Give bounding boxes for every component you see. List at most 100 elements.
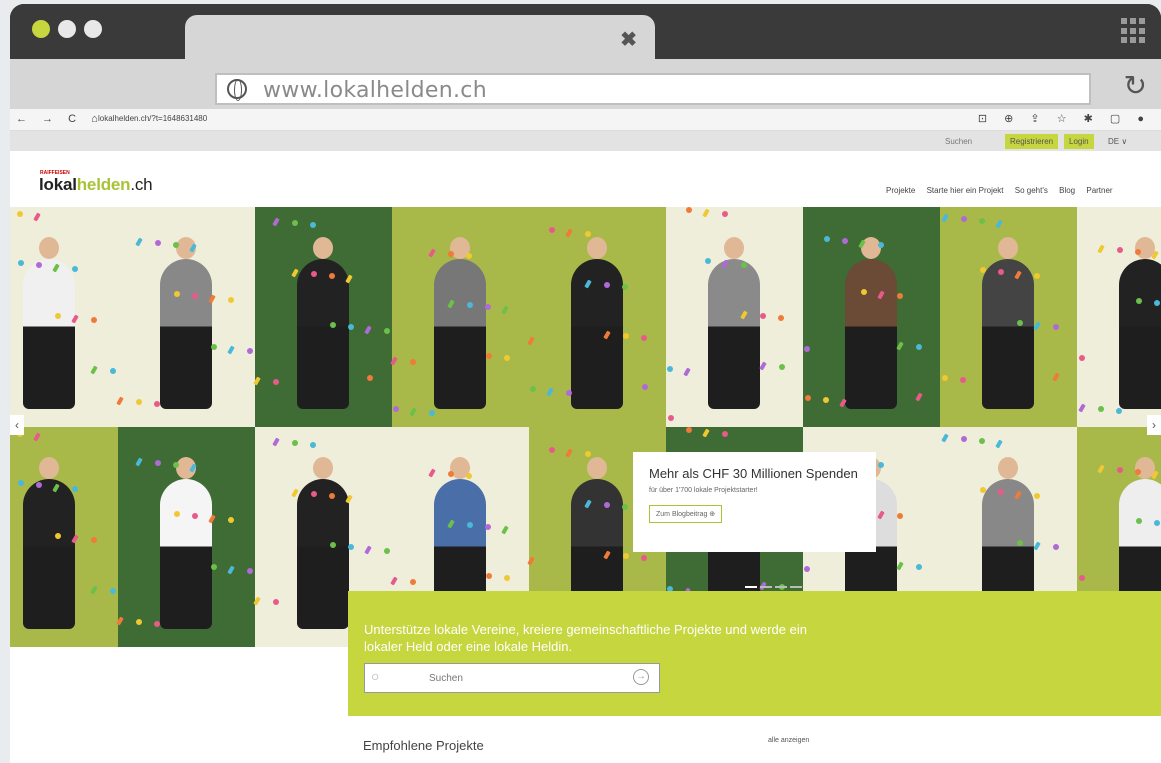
confetti	[1136, 518, 1142, 524]
confetti	[91, 537, 97, 543]
top-search-link[interactable]: Suchen	[945, 137, 972, 146]
browser-nav-icons[interactable]: ← → C ⌂	[16, 113, 104, 125]
confetti	[878, 462, 884, 468]
hero-photo-tile	[1077, 207, 1161, 427]
nav-item-blog[interactable]: Blog	[1059, 186, 1075, 195]
browser-tab[interactable]: ✖	[185, 15, 655, 61]
person-figure	[1119, 259, 1161, 409]
confetti	[36, 482, 42, 488]
carousel-dot[interactable]	[745, 586, 757, 588]
browser-action-icons[interactable]: ⊡ ⊕ ⇪ ☆ ✱ ▢ ●	[978, 112, 1151, 125]
confetti	[979, 438, 985, 444]
confetti	[273, 599, 279, 605]
hero-photo-tile	[390, 207, 529, 427]
confetti	[485, 524, 491, 530]
confetti	[686, 427, 692, 433]
confetti	[367, 375, 373, 381]
inner-address-bar[interactable]: lokalhelden.ch/?t=1648631480	[98, 114, 207, 123]
confetti	[1017, 540, 1023, 546]
confetti	[348, 324, 354, 330]
url-input[interactable]: www.lokalhelden.ch	[215, 73, 1091, 105]
confetti	[116, 396, 124, 406]
confetti	[72, 486, 78, 492]
person-head	[313, 457, 333, 479]
confetti	[641, 555, 647, 561]
confetti	[135, 457, 143, 467]
confetti	[501, 525, 509, 535]
confetti	[17, 211, 23, 217]
confetti	[961, 436, 967, 442]
hero-photo-tile	[940, 207, 1077, 427]
confetti	[173, 242, 179, 248]
person-head	[998, 457, 1018, 479]
carousel-dot[interactable]	[760, 586, 772, 588]
confetti	[1117, 247, 1123, 253]
confetti	[384, 328, 390, 334]
confetti	[804, 346, 810, 352]
confetti	[135, 237, 143, 247]
show-all-link[interactable]: alle anzeigen	[768, 737, 809, 744]
confetti	[702, 208, 710, 218]
login-button[interactable]: Login	[1064, 134, 1094, 149]
promo-blog-button[interactable]: Zum Blogbeitrag ⊕	[649, 505, 723, 523]
confetti	[915, 392, 923, 402]
window-control-dot[interactable]	[58, 20, 76, 38]
confetti	[941, 433, 949, 443]
register-button[interactable]: Registrieren	[1005, 134, 1059, 149]
site-logo[interactable]: lokalhelden.ch	[39, 175, 153, 195]
confetti	[1116, 408, 1122, 414]
person-figure	[297, 479, 349, 629]
confetti	[995, 219, 1003, 229]
language-selector[interactable]: DE ∨	[1108, 137, 1127, 146]
window-control-dot[interactable]	[84, 20, 102, 38]
confetti	[228, 517, 234, 523]
url-text: www.lokalhelden.ch	[263, 78, 487, 103]
hero-carousel[interactable]: ‹ › Mehr als CHF 30 Millionen Spenden fü…	[10, 207, 1161, 647]
project-search-input[interactable]: ○ Suchen →	[364, 663, 660, 693]
window-control-dot[interactable]	[32, 20, 50, 38]
nav-item-so-gehts[interactable]: So geht's	[1015, 186, 1048, 195]
confetti	[823, 397, 829, 403]
browser-window: ✖ www.lokalhelden.ch ↻ ← → C ⌂ lokalheld…	[10, 4, 1161, 763]
confetti	[136, 399, 142, 405]
confetti	[842, 238, 848, 244]
reload-icon[interactable]: ↻	[1124, 69, 1147, 102]
confetti	[979, 218, 985, 224]
confetti	[310, 442, 316, 448]
confetti	[390, 356, 398, 366]
confetti	[980, 267, 986, 273]
confetti	[467, 302, 473, 308]
confetti	[1078, 403, 1086, 413]
confetti	[686, 207, 692, 213]
search-submit-icon[interactable]: →	[633, 669, 649, 685]
confetti	[566, 390, 572, 396]
nav-item-partner[interactable]: Partner	[1086, 186, 1112, 195]
confetti	[448, 471, 454, 477]
confetti	[192, 513, 198, 519]
nav-item-starte[interactable]: Starte hier ein Projekt	[927, 186, 1004, 195]
confetti	[622, 284, 628, 290]
confetti	[1154, 520, 1160, 526]
carousel-prev-button[interactable]: ‹	[10, 415, 24, 435]
confetti	[18, 480, 24, 486]
promo-title: Mehr als CHF 30 Millionen Spenden	[649, 466, 858, 481]
confetti	[622, 504, 628, 510]
confetti	[486, 573, 492, 579]
carousel-dot[interactable]	[775, 586, 787, 588]
carousel-dot[interactable]	[790, 586, 802, 588]
apps-grid-icon[interactable]	[1121, 18, 1147, 44]
confetti	[154, 401, 160, 407]
confetti	[116, 616, 124, 626]
carousel-next-button[interactable]: ›	[1147, 415, 1161, 435]
confetti	[155, 240, 161, 246]
confetti	[1033, 321, 1041, 331]
confetti	[604, 502, 610, 508]
close-tab-icon[interactable]: ✖	[620, 27, 637, 52]
confetti	[211, 564, 217, 570]
confetti	[55, 533, 61, 539]
confetti	[549, 227, 555, 233]
confetti	[1136, 298, 1142, 304]
nav-item-projekte[interactable]: Projekte	[886, 186, 915, 195]
hero-photo-tile	[116, 207, 255, 427]
search-icon: ○	[371, 668, 380, 684]
